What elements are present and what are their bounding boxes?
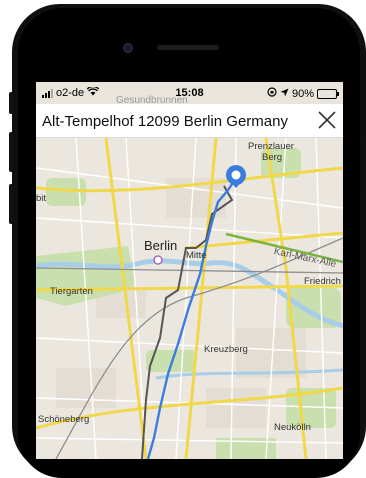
map-label-friedrich: Friedrich xyxy=(304,276,341,287)
map-label-berlin: Berlin xyxy=(144,238,178,253)
map-label-edge: bit xyxy=(36,193,47,204)
battery-icon xyxy=(317,88,339,99)
volume-up-button xyxy=(9,132,13,172)
close-icon xyxy=(318,111,336,129)
front-camera xyxy=(123,43,133,53)
map-label-berg: Berg xyxy=(262,152,283,163)
screen: Gesundbrunnen o2-de 15:08 90% Alt-Tempel… xyxy=(36,82,343,459)
earpiece-speaker xyxy=(157,45,219,50)
map-label-prenzlauer: Prenzlauer xyxy=(248,141,294,152)
status-bar: o2-de 15:08 90% xyxy=(36,82,343,104)
map-label-mitte: Mitte xyxy=(186,250,207,261)
power-button xyxy=(362,140,366,198)
location-header: Alt-Tempelhof 12099 Berlin Germany xyxy=(36,104,343,138)
berlin-city-marker xyxy=(153,255,163,265)
route-map[interactable]: Prenzlauer Berg bit Berlin Mitte Karl-Ma… xyxy=(36,138,343,459)
map-canvas xyxy=(36,138,343,459)
phone-frame: Gesundbrunnen o2-de 15:08 90% Alt-Tempel… xyxy=(0,0,366,478)
battery-percentage: 90% xyxy=(291,87,314,100)
orientation-lock-icon xyxy=(267,87,277,100)
mute-switch xyxy=(9,92,13,114)
volume-down-button xyxy=(9,184,13,224)
map-label-kreuzberg: Kreuzberg xyxy=(204,344,248,355)
map-label-schoeneberg: Schöneberg xyxy=(38,414,90,425)
location-arrow-icon xyxy=(280,88,289,100)
status-right: 90% xyxy=(267,87,339,100)
map-label-tiergarten: Tiergarten xyxy=(50,286,93,297)
location-title: Alt-Tempelhof 12099 Berlin Germany xyxy=(42,113,288,130)
close-button[interactable] xyxy=(317,110,337,130)
map-label-neukoelln: Neukölln xyxy=(274,422,311,433)
